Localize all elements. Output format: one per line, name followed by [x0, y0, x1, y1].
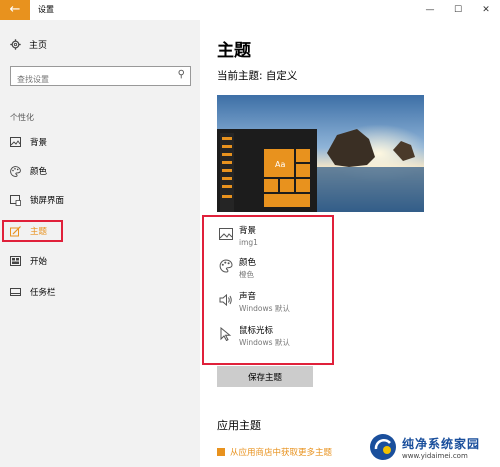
section-label: 个性化	[10, 113, 34, 122]
setting-name: 声音	[239, 292, 257, 302]
store-themes-link[interactable]: 从应用商店中获取更多主题	[217, 446, 332, 458]
back-arrow-icon: ←	[9, 2, 21, 17]
sidebar-item-label: 背景	[30, 138, 48, 148]
sidebar-item-label: 锁屏界面	[30, 196, 65, 206]
title-bar: ← 设置 — ☐ ✕	[0, 0, 500, 20]
sidebar-item-lock-screen[interactable]: 锁屏界面	[10, 192, 64, 208]
sidebar-item-background[interactable]: 背景	[10, 134, 47, 150]
gear-icon	[10, 39, 21, 50]
cursor-icon	[218, 326, 233, 341]
taskbar-icon	[10, 287, 21, 298]
store-link-label: 从应用商店中获取更多主题	[230, 448, 333, 458]
setting-sound[interactable]: 声音 Windows 默认	[218, 292, 290, 314]
watermark-logo-icon	[370, 434, 396, 460]
minimize-button[interactable]: —	[416, 0, 444, 20]
search-icon[interactable]: ⚲	[178, 69, 185, 80]
sidebar-item-colors[interactable]: 颜色	[10, 163, 47, 179]
watermark-url: www.yidaimei.com	[402, 451, 468, 460]
save-theme-button[interactable]: 保存主题	[217, 366, 313, 387]
setting-mouse-cursor[interactable]: 鼠标光标 Windows 默认	[218, 326, 290, 348]
palette-icon	[10, 165, 21, 177]
search-input[interactable]	[11, 70, 171, 89]
site-watermark: 纯净系统家园 www.yidaimei.com	[368, 430, 496, 464]
speaker-icon	[218, 292, 233, 307]
theme-preview: Aa	[217, 95, 424, 212]
maximize-button[interactable]: ☐	[444, 0, 472, 20]
picture-icon	[218, 226, 233, 241]
setting-name: 背景	[239, 226, 257, 236]
apply-theme-heading: 应用主题	[217, 419, 261, 432]
sidebar-home-label: 主页	[29, 41, 48, 51]
setting-value: img1	[239, 238, 258, 247]
setting-value: 橙色	[239, 270, 254, 279]
sidebar: 主页 ⚲ 个性化 背景 颜色 锁屏界面 主题 开始	[0, 20, 200, 467]
sidebar-item-start[interactable]: 开始	[10, 253, 47, 269]
sidebar-home[interactable]: 主页	[10, 38, 47, 51]
store-icon	[217, 448, 225, 456]
setting-color[interactable]: 颜色 橙色	[218, 258, 256, 280]
setting-value: Windows 默认	[239, 338, 290, 347]
picture-icon	[10, 137, 21, 148]
current-theme-label: 当前主题: 自定义	[217, 70, 298, 82]
page-title: 主题	[217, 41, 251, 61]
setting-value: Windows 默认	[239, 304, 290, 313]
setting-name: 鼠标光标	[239, 326, 274, 336]
active-item-highlight	[2, 220, 63, 242]
search-box[interactable]: ⚲	[10, 66, 191, 89]
sidebar-item-label: 开始	[30, 257, 48, 267]
tile-label: Aa	[275, 160, 285, 169]
start-menu-icon	[10, 256, 21, 267]
sidebar-item-label: 任务栏	[30, 288, 56, 298]
setting-background[interactable]: 背景 img1	[218, 226, 258, 248]
palette-icon	[218, 258, 233, 273]
theme-preview-image: Aa	[217, 95, 424, 212]
main-content: 主题 当前主题: 自定义 Aa 背景 img1 颜色 橙色 声音 Windows…	[200, 20, 500, 467]
window-title: 设置	[38, 5, 54, 14]
watermark-text: 纯净系统家园	[402, 436, 481, 451]
close-button[interactable]: ✕	[472, 0, 500, 20]
setting-name: 颜色	[239, 258, 257, 268]
back-button[interactable]: ←	[0, 0, 30, 20]
lock-screen-icon	[10, 194, 21, 206]
sidebar-item-taskbar[interactable]: 任务栏	[10, 284, 56, 300]
sidebar-item-label: 颜色	[30, 167, 48, 177]
